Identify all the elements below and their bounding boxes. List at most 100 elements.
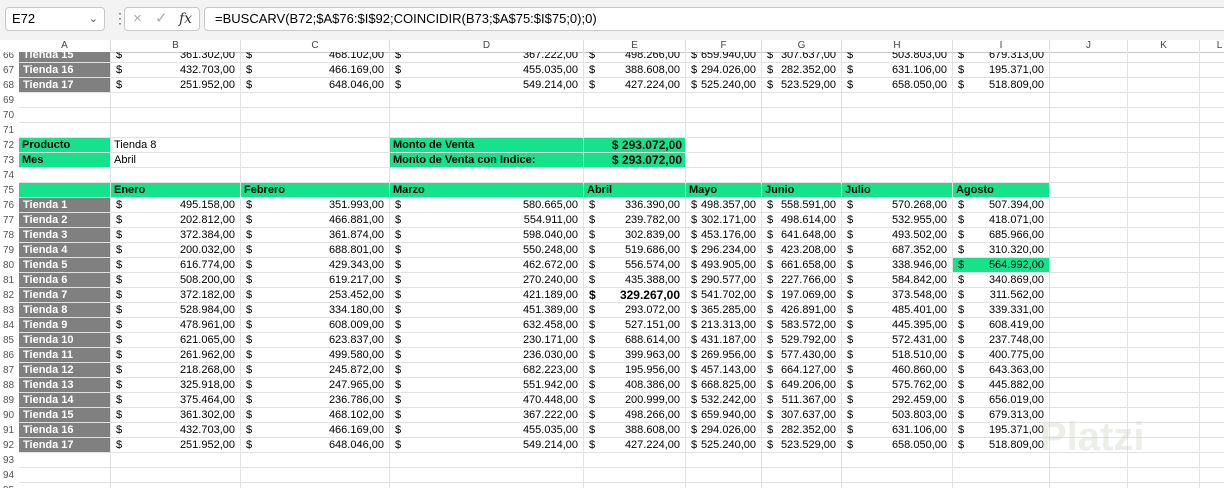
empty-cell[interactable] <box>762 93 842 108</box>
empty-cell[interactable] <box>842 93 953 108</box>
currency-cell[interactable]: $498.614,00 <box>762 213 842 228</box>
empty-cell[interactable] <box>762 138 842 153</box>
currency-cell[interactable]: $445.395,00 <box>842 318 953 333</box>
empty-cell[interactable] <box>1128 468 1200 483</box>
empty-cell[interactable] <box>1200 213 1224 228</box>
empty-cell[interactable] <box>1200 228 1224 243</box>
empty-cell[interactable] <box>1128 288 1200 303</box>
column-header-E[interactable]: E <box>584 40 686 52</box>
currency-cell[interactable]: $310.320,00 <box>953 243 1050 258</box>
currency-cell[interactable]: $564.992,00 <box>953 258 1050 273</box>
empty-cell[interactable] <box>1128 183 1200 198</box>
currency-cell[interactable]: $508.200,00 <box>111 273 241 288</box>
currency-cell[interactable]: $549.214,00 <box>390 78 584 93</box>
row-number[interactable]: 83 <box>0 303 19 318</box>
currency-cell[interactable]: $523.529,00 <box>762 78 842 93</box>
month-header[interactable]: Marzo <box>390 183 584 198</box>
currency-cell[interactable]: $679.313,00 <box>953 52 1050 63</box>
store-label[interactable]: Tienda 2 <box>19 213 111 228</box>
currency-cell[interactable]: $503.803,00 <box>842 52 953 63</box>
store-label[interactable]: Tienda 7 <box>19 288 111 303</box>
empty-cell[interactable] <box>1200 408 1224 423</box>
empty-cell[interactable] <box>953 468 1050 483</box>
currency-cell[interactable]: $282.352,00 <box>762 423 842 438</box>
empty-cell[interactable] <box>1050 63 1128 78</box>
row-number[interactable]: 70 <box>0 108 19 123</box>
currency-cell[interactable]: $253.452,00 <box>241 288 390 303</box>
empty-cell[interactable] <box>241 108 390 123</box>
empty-cell[interactable] <box>1200 288 1224 303</box>
row-number[interactable]: 74 <box>0 168 19 183</box>
currency-cell[interactable]: $294.026,00 <box>686 63 762 78</box>
row-number[interactable]: 87 <box>0 363 19 378</box>
empty-cell[interactable] <box>584 468 686 483</box>
header-corner[interactable] <box>19 183 111 198</box>
currency-cell[interactable]: $688.801,00 <box>241 243 390 258</box>
currency-cell[interactable]: $195.371,00 <box>953 63 1050 78</box>
currency-cell[interactable]: $290.577,00 <box>686 273 762 288</box>
currency-cell[interactable]: $261.962,00 <box>111 348 241 363</box>
currency-cell[interactable]: $498.266,00 <box>584 408 686 423</box>
currency-cell[interactable]: $311.562,00 <box>953 288 1050 303</box>
currency-cell[interactable]: $527.151,00 <box>584 318 686 333</box>
row-number[interactable]: 79 <box>0 243 19 258</box>
empty-cell[interactable] <box>1050 318 1128 333</box>
empty-cell[interactable] <box>1128 78 1200 93</box>
store-label[interactable]: Tienda 9 <box>19 318 111 333</box>
empty-cell[interactable] <box>762 483 842 488</box>
empty-cell[interactable] <box>1050 138 1128 153</box>
empty-cell[interactable] <box>1050 288 1128 303</box>
currency-cell[interactable]: $427.224,00 <box>584 438 686 453</box>
currency-cell[interactable]: $499.580,00 <box>241 348 390 363</box>
empty-cell[interactable] <box>1128 483 1200 488</box>
store-label[interactable]: Tienda 6 <box>19 273 111 288</box>
currency-cell[interactable]: $292.459,00 <box>842 393 953 408</box>
store-label[interactable]: Tienda 17 <box>19 78 111 93</box>
store-label[interactable]: Tienda 17 <box>19 438 111 453</box>
currency-cell[interactable]: $507.394,00 <box>953 198 1050 213</box>
store-label[interactable]: Tienda 4 <box>19 243 111 258</box>
name-box[interactable]: E72 ⌄ <box>5 7 105 31</box>
empty-cell[interactable] <box>1200 93 1224 108</box>
empty-cell[interactable] <box>111 483 241 488</box>
empty-cell[interactable] <box>1200 468 1224 483</box>
empty-cell[interactable] <box>1050 468 1128 483</box>
empty-cell[interactable] <box>1128 273 1200 288</box>
empty-cell[interactable] <box>111 168 241 183</box>
empty-cell[interactable] <box>1128 123 1200 138</box>
empty-cell[interactable] <box>842 138 953 153</box>
currency-cell[interactable]: $518.809,00 <box>953 78 1050 93</box>
empty-cell[interactable] <box>762 453 842 468</box>
lookup-input[interactable]: Tienda 8 <box>111 138 241 153</box>
empty-cell[interactable] <box>1050 213 1128 228</box>
result-value[interactable]: $ 293.072,00 <box>584 153 686 168</box>
empty-cell[interactable] <box>19 168 111 183</box>
empty-cell[interactable] <box>842 123 953 138</box>
currency-cell[interactable]: $302.171,00 <box>686 213 762 228</box>
empty-cell[interactable] <box>1050 168 1128 183</box>
currency-cell[interactable]: $583.572,00 <box>762 318 842 333</box>
empty-cell[interactable] <box>1200 453 1224 468</box>
currency-cell[interactable]: $466.169,00 <box>241 63 390 78</box>
empty-cell[interactable] <box>953 453 1050 468</box>
currency-cell[interactable]: $367.222,00 <box>390 52 584 63</box>
currency-cell[interactable]: $218.268,00 <box>111 363 241 378</box>
currency-cell[interactable]: $529.792,00 <box>762 333 842 348</box>
store-label[interactable]: Tienda 13 <box>19 378 111 393</box>
month-header[interactable]: Junio <box>762 183 842 198</box>
empty-cell[interactable] <box>1050 348 1128 363</box>
currency-cell[interactable]: $338.946,00 <box>842 258 953 273</box>
currency-cell[interactable]: $525.240,00 <box>686 438 762 453</box>
empty-cell[interactable] <box>1200 423 1224 438</box>
empty-cell[interactable] <box>1128 408 1200 423</box>
store-label[interactable]: Tienda 8 <box>19 303 111 318</box>
chevron-down-icon[interactable]: ⌄ <box>89 8 98 30</box>
currency-cell[interactable]: $570.268,00 <box>842 198 953 213</box>
currency-cell[interactable]: $493.905,00 <box>686 258 762 273</box>
currency-cell[interactable]: $498.266,00 <box>584 52 686 63</box>
empty-cell[interactable] <box>584 108 686 123</box>
empty-cell[interactable] <box>1200 393 1224 408</box>
currency-cell[interactable]: $236.030,00 <box>390 348 584 363</box>
currency-cell[interactable]: $493.502,00 <box>842 228 953 243</box>
currency-cell[interactable]: $664.127,00 <box>762 363 842 378</box>
